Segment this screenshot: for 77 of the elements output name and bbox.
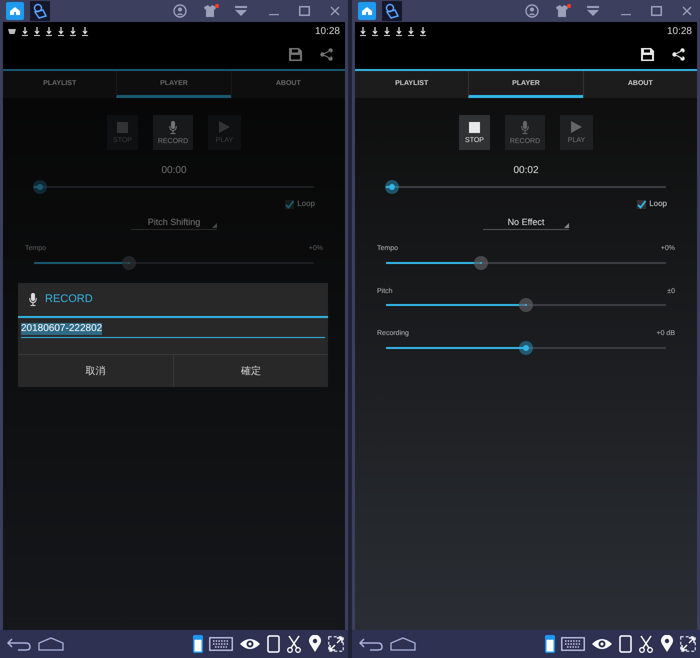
app-icon[interactable] [30, 1, 50, 21]
effect-dropdown[interactable]: No Effect [483, 216, 569, 230]
dropdown-corner-icon [212, 223, 217, 228]
input-field[interactable]: 20180607-222802 [21, 321, 325, 338]
checkbox[interactable] [285, 200, 294, 208]
app-icon[interactable] [382, 1, 402, 21]
download-icon [22, 26, 28, 36]
microphone-icon [521, 120, 529, 134]
phone-icon[interactable] [193, 635, 203, 653]
dropdown-icon[interactable] [235, 6, 247, 16]
download-icon [420, 26, 426, 36]
home-icon[interactable] [390, 637, 416, 651]
eye-icon[interactable] [591, 637, 613, 651]
scissors-icon[interactable] [638, 635, 654, 653]
dialog-title: RECORD [45, 292, 93, 308]
download-icon [46, 26, 52, 36]
close-icon[interactable] [682, 6, 692, 16]
status-time: 10:28 [314, 24, 340, 38]
location-pin-icon[interactable] [308, 635, 322, 653]
dialog-button[interactable]: 確定 [172, 355, 328, 387]
keyboard-icon[interactable] [561, 637, 585, 651]
status-time: 10:28 [666, 24, 692, 38]
maximize-icon[interactable] [651, 6, 662, 16]
checkmark-icon [637, 200, 646, 208]
microphone-icon [29, 293, 37, 306]
home-icon[interactable] [358, 2, 376, 20]
download-icon [408, 26, 414, 36]
slider-thumb[interactable] [384, 180, 399, 194]
download-icon [58, 26, 64, 36]
checkbox[interactable] [637, 200, 646, 208]
share-icon[interactable] [672, 48, 685, 61]
home-icon[interactable] [6, 2, 24, 20]
slider-thumb[interactable] [519, 340, 533, 354]
close-icon[interactable] [330, 6, 340, 16]
effect-dropdown[interactable]: Pitch Shifting [131, 216, 217, 230]
position-time: 00:00 [161, 166, 187, 176]
dropdown-icon[interactable] [587, 6, 599, 16]
keyboard-icon[interactable] [209, 637, 233, 651]
slider-thumb[interactable] [474, 256, 488, 270]
microphone-icon [169, 120, 177, 134]
loop-label: Loop [649, 198, 667, 210]
stop-icon [117, 122, 128, 132]
loop-label: Loop [297, 198, 315, 210]
scissors-icon[interactable] [286, 635, 302, 653]
back-icon[interactable] [358, 637, 384, 651]
location-pin-icon[interactable] [660, 635, 674, 653]
position-time: 00:02 [513, 166, 539, 176]
back-icon[interactable] [6, 637, 32, 651]
expand-icon[interactable] [680, 636, 696, 652]
stop-icon [469, 122, 480, 132]
play-icon [219, 121, 230, 133]
tablet-icon[interactable] [619, 635, 632, 653]
download-icon [360, 26, 366, 36]
slider-thumb[interactable] [122, 256, 136, 270]
expand-icon[interactable] [328, 636, 344, 652]
account-icon[interactable] [525, 4, 539, 18]
account-icon[interactable] [173, 4, 187, 18]
download-icon [396, 26, 402, 36]
shirt-icon[interactable] [203, 4, 219, 18]
tray-icon [8, 28, 16, 34]
play-icon [571, 121, 582, 133]
maximize-icon[interactable] [299, 6, 310, 16]
slider-thumb[interactable] [519, 298, 533, 312]
download-icon [372, 26, 378, 36]
eye-icon[interactable] [239, 637, 261, 651]
tablet-icon[interactable] [267, 635, 280, 653]
checkmark-icon [285, 200, 294, 208]
shirt-icon[interactable] [555, 4, 571, 18]
phone-icon[interactable] [545, 635, 555, 653]
download-icon [34, 26, 40, 36]
download-icon [384, 26, 390, 36]
dropdown-corner-icon [564, 223, 569, 228]
save-icon[interactable] [641, 48, 654, 61]
home-icon[interactable] [38, 637, 64, 651]
download-icon [82, 26, 88, 36]
download-icon [70, 26, 76, 36]
dialog-button[interactable]: 取消 [18, 355, 172, 387]
